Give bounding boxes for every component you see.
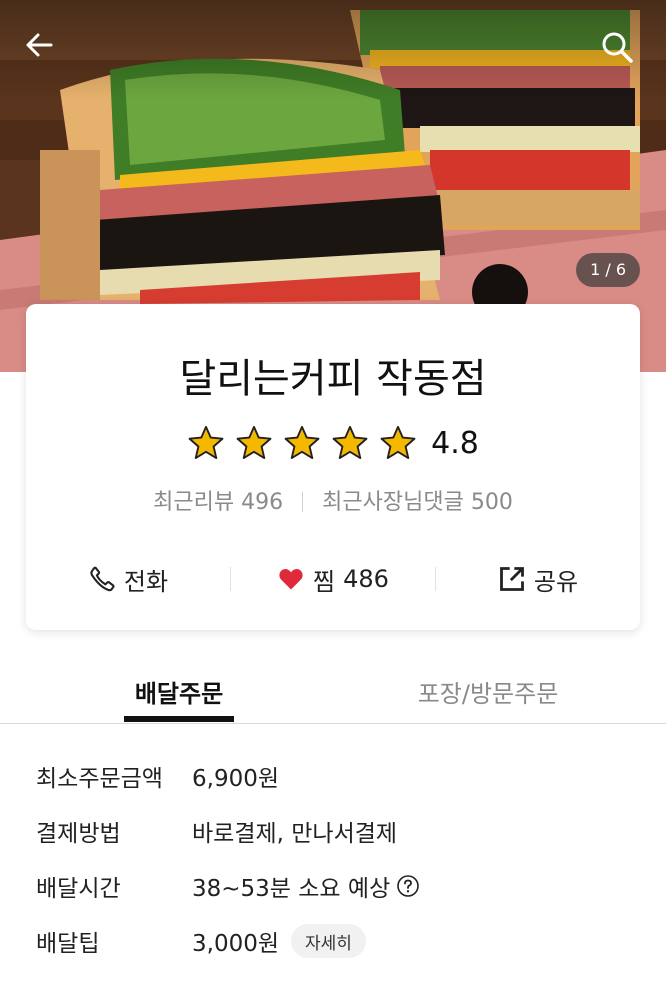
star-icon (236, 425, 272, 459)
payment-value: 바로결제, 만나서결제 (192, 821, 398, 847)
photo-counter: 1 / 6 (576, 253, 640, 287)
store-info-card: 달리는커피 작동점 4.8 최근리뷰 496 최근사장님댓글 500 전화 찜 … (26, 304, 640, 630)
delivery-time-row: 배달시간 38~53분 소요 예상 (36, 864, 420, 908)
help-icon[interactable] (396, 874, 420, 898)
rating-value: 4.8 (431, 425, 479, 461)
action-bar: 전화 찜 486 공유 (26, 554, 640, 604)
call-label: 전화 (123, 567, 169, 596)
delivery-time-value: 38~53분 소요 예상 (192, 869, 420, 903)
like-count: 486 (343, 565, 389, 593)
owner-replies-count: 500 (470, 490, 513, 515)
share-icon (500, 567, 524, 591)
star-icon (332, 425, 368, 459)
delivery-tip-row: 배달팁 3,000원 자세히 (36, 919, 366, 963)
tab-delivery[interactable]: 배달주문 (124, 660, 234, 723)
delivery-time-label: 배달시간 (36, 876, 121, 902)
payment-label: 결제방법 (36, 821, 121, 847)
search-button[interactable] (600, 30, 644, 74)
payment-row: 결제방법 바로결제, 만나서결제 (36, 809, 397, 853)
star-icon (284, 425, 320, 459)
delivery-time-text: 38~53분 소요 예상 (192, 876, 391, 902)
like-button[interactable]: 찜 486 (231, 554, 435, 604)
share-label: 공유 (533, 567, 579, 596)
search-icon (602, 32, 633, 63)
star-icon (380, 425, 416, 459)
min-order-row: 최소주문금액 6,900원 (36, 754, 279, 798)
active-tab-indicator (124, 716, 234, 722)
min-order-value: 6,900원 (192, 766, 280, 792)
star-icon (188, 425, 224, 459)
recent-reviews-count: 496 (241, 490, 284, 515)
share-button[interactable]: 공유 (436, 554, 640, 604)
phone-icon (90, 566, 115, 592)
recent-reviews-label: 최근리뷰 (153, 490, 235, 515)
store-name: 달리는커피 작동점 (179, 356, 487, 402)
back-button[interactable] (24, 30, 68, 74)
delivery-tip-label: 배달팁 (36, 931, 100, 957)
call-button[interactable]: 전화 (26, 554, 230, 604)
like-label: 찜 (313, 567, 336, 596)
order-type-tabs: 배달주문 포장/방문주문 (0, 660, 666, 724)
divider (302, 492, 304, 512)
delivery-tip-value: 3,000원 (192, 931, 280, 957)
min-order-label: 최소주문금액 (36, 766, 163, 792)
tab-pickup[interactable]: 포장/방문주문 (400, 660, 576, 723)
arrow-left-icon (26, 33, 53, 57)
tip-detail-button[interactable]: 자세히 (291, 924, 366, 958)
review-summary[interactable]: 최근리뷰 496 최근사장님댓글 500 (26, 484, 640, 516)
rating-row[interactable]: 4.8 (26, 424, 640, 462)
owner-replies-label: 최근사장님댓글 (322, 490, 464, 515)
heart-icon (279, 569, 303, 590)
